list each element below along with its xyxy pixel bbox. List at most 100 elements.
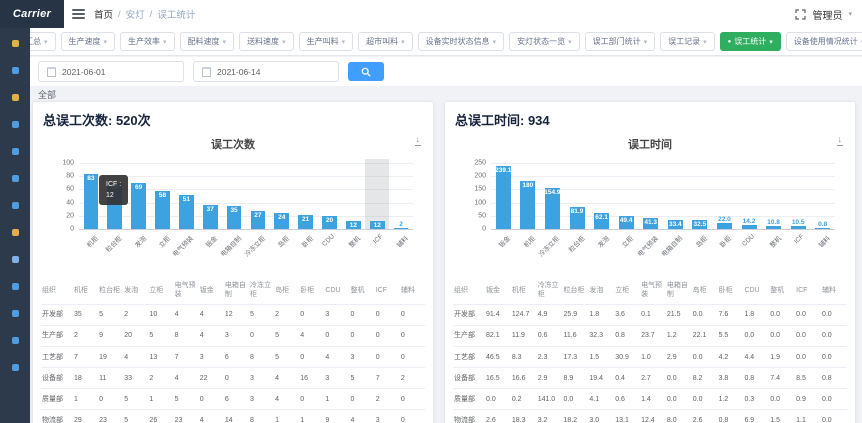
bar-钣金[interactable]: 37 (203, 205, 218, 229)
sidebar-item-icon[interactable] (12, 283, 19, 290)
x-axis-tick-label: 电箱自制 (218, 233, 243, 258)
top-bar: 首页 / 安灯 / 误工统计 管理员 ▾ (64, 0, 862, 28)
bar-发泡[interactable]: 62.1 (594, 213, 609, 229)
end-date-input[interactable]: 2021-06-14 (193, 61, 339, 82)
bar-辅料[interactable]: 2 (394, 228, 409, 229)
tab-label: 误工统计 (734, 36, 766, 47)
tab-超市叫料[interactable]: 超市叫料▾ (358, 32, 413, 51)
bar-电气预装[interactable]: 41.3 (643, 218, 658, 229)
table-cell: 2 (148, 368, 173, 389)
tab-汇总[interactable]: 汇总▾ (30, 32, 56, 51)
table-cell: 5 (98, 304, 123, 325)
breadcrumb-andon[interactable]: 安灯 (126, 7, 145, 21)
download-chart-icon[interactable]: ↓ (837, 135, 844, 146)
column-header: 冷冻立柜 (249, 277, 274, 304)
column-header: 组织 (41, 277, 73, 304)
fullscreen-icon[interactable] (795, 9, 806, 20)
sidebar-item-icon[interactable] (12, 94, 19, 101)
bar-CDU[interactable]: 20 (322, 216, 337, 229)
sidebar-item-icon[interactable] (12, 364, 19, 371)
delay-count-summary: 总误工次数: 520次 (33, 102, 433, 129)
table-cell: 2.7 (640, 368, 666, 389)
caret-down-icon[interactable]: ▾ (848, 10, 852, 18)
table-cell: 6 (224, 389, 249, 410)
tab-送料速度[interactable]: 送料速度▾ (239, 32, 294, 51)
bar-钣金[interactable]: 239.1 (496, 166, 511, 229)
tab-设备实时状态信息[interactable]: 设备实时状态信息▾ (418, 32, 505, 51)
table-cell: 21.5 (666, 304, 692, 325)
bar-岛柜[interactable]: 24 (274, 213, 289, 229)
table-cell: 1 (299, 410, 324, 423)
tab-误工统计[interactable]: ●误工统计▾ (720, 32, 781, 51)
tab-误工记录[interactable]: 误工记录▾ (660, 32, 715, 51)
table-cell: 5 (148, 325, 173, 346)
table-cell: 23.7 (640, 325, 666, 346)
x-axis-tick-label: 岛柜 (275, 233, 291, 249)
tab-生产速度[interactable]: 生产速度▾ (61, 32, 116, 51)
user-menu[interactable]: 管理员 (812, 7, 842, 22)
column-header: 粒台柜 (563, 277, 589, 304)
bar-电箱自制[interactable]: 33.4 (668, 220, 683, 229)
column-header: 岛柜 (692, 277, 718, 304)
tab-误工部门统计[interactable]: 误工部门统计▾ (585, 32, 656, 51)
bar-立柜[interactable]: 49.4 (619, 216, 634, 229)
bar-整机[interactable]: 12 (346, 221, 361, 229)
table-cell: 0.0 (666, 368, 692, 389)
search-button[interactable] (348, 62, 384, 81)
gridline (79, 203, 413, 204)
table-cell: 3 (249, 368, 274, 389)
delay-time-panel: 总误工时间: 934 误工时间 ↓ 050100150200250239.1钣金… (444, 101, 856, 423)
tab-安灯状态一览[interactable]: 安灯状态一览▾ (509, 32, 580, 51)
tab-生产叫料[interactable]: 生产叫料▾ (299, 32, 354, 51)
breadcrumb-home[interactable]: 首页 (94, 7, 113, 21)
tab-设备使用情况统计[interactable]: 设备使用情况统计▾ (786, 32, 862, 51)
bar-CDU[interactable]: 14.2 (742, 225, 757, 229)
bar-立柜[interactable]: 58 (155, 191, 170, 229)
sidebar-item-icon[interactable] (12, 256, 19, 263)
sidebar-item-icon[interactable] (12, 175, 19, 182)
caret-down-icon: ▾ (703, 38, 707, 46)
table-cell: 0 (375, 347, 400, 368)
scope-select[interactable]: 全部 (38, 88, 56, 101)
bar-卧柜[interactable]: 22.0 (717, 223, 732, 229)
table-cell: 0.0 (821, 325, 847, 346)
bar-发泡[interactable]: 69 (131, 183, 146, 229)
bar-value-label: 2 (385, 221, 418, 228)
bar-岛柜[interactable]: 32.5 (692, 220, 707, 229)
bar-ICF[interactable]: 10.5 (791, 226, 806, 229)
table-cell: 5 (274, 347, 299, 368)
table-cell: 1 (148, 389, 173, 410)
sidebar-item-icon[interactable] (12, 148, 19, 155)
x-axis-tick-label: 立柜 (155, 233, 171, 249)
bar-ICF[interactable]: 12 (370, 221, 385, 229)
table-cell: 6 (224, 347, 249, 368)
bar-整机[interactable]: 10.8 (766, 226, 781, 229)
sidebar-item-icon[interactable] (12, 337, 19, 344)
bar-电箱自制[interactable]: 35 (227, 206, 242, 229)
table-cell: 4 (274, 368, 299, 389)
sidebar-item-icon[interactable] (12, 229, 19, 236)
sidebar-item-icon[interactable] (12, 202, 19, 209)
bar-冷冻立柜[interactable]: 27 (251, 211, 266, 229)
bar-电气预装[interactable]: 51 (179, 195, 194, 229)
bar-冷冻立柜[interactable]: 154.9 (545, 188, 560, 229)
sidebar-item-icon[interactable] (12, 310, 19, 317)
hamburger-icon[interactable] (72, 9, 85, 19)
sidebar-item-icon[interactable] (12, 67, 19, 74)
table-cell: 0 (375, 325, 400, 346)
tab-生产效率[interactable]: 生产效率▾ (120, 32, 175, 51)
bar-机柜[interactable]: 180 (520, 181, 535, 229)
row-department-label: 工艺部 (453, 347, 485, 368)
bar-卧柜[interactable]: 21 (298, 215, 313, 229)
sidebar-item-icon[interactable] (12, 40, 19, 47)
table-cell: 18.3 (511, 410, 537, 423)
bar-机柜[interactable]: 83 (84, 174, 99, 229)
bar-粒台柜[interactable]: 81.9 (570, 207, 585, 229)
start-date-input[interactable]: 2021-06-01 (38, 61, 184, 82)
sidebar-item-icon[interactable] (12, 121, 19, 128)
row-department-label: 物流部 (453, 410, 485, 423)
column-header: CDU (324, 277, 349, 304)
download-chart-icon[interactable]: ↓ (415, 135, 422, 146)
bar-辅料[interactable]: 0.8 (815, 228, 830, 229)
tab-配料速度[interactable]: 配料速度▾ (180, 32, 235, 51)
